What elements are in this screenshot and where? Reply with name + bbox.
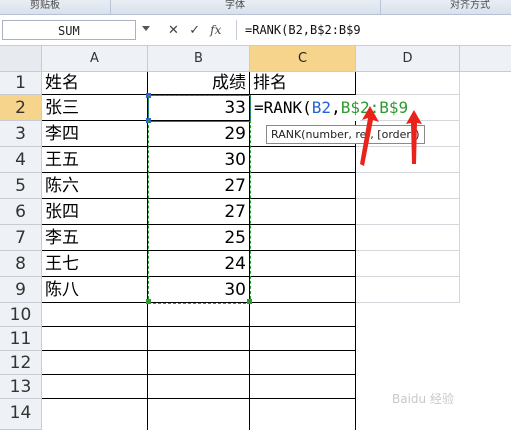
cell-rank[interactable]	[250, 173, 356, 199]
ribbon-group-alignment: 对齐方式	[450, 0, 490, 11]
formula-input[interactable]: =RANK(B2,B$2:B$9	[236, 20, 511, 40]
cell-empty[interactable]	[250, 351, 356, 375]
reference-highlight-range	[148, 95, 251, 304]
column-header-d[interactable]: D	[356, 46, 460, 72]
row-header-1[interactable]: 1	[0, 72, 42, 95]
cell-name[interactable]: 李四	[42, 121, 148, 147]
cell-empty[interactable]	[148, 303, 250, 327]
cell-empty[interactable]	[42, 351, 148, 375]
range-handle[interactable]	[247, 299, 252, 304]
row-header-7[interactable]: 7	[0, 225, 42, 251]
cell-name[interactable]: 李五	[42, 225, 148, 251]
cell-name[interactable]: 张四	[42, 199, 148, 225]
row-header-10[interactable]: 10	[0, 303, 42, 327]
cell-d[interactable]	[356, 277, 460, 303]
row-header-8[interactable]: 8	[0, 251, 42, 277]
cell-d[interactable]	[356, 225, 460, 251]
ribbon-separator	[110, 0, 111, 14]
cell-name[interactable]: 王五	[42, 147, 148, 173]
cell-d1[interactable]	[356, 72, 460, 95]
cell-rank[interactable]	[250, 251, 356, 277]
formula-comma: ,	[331, 98, 341, 117]
row-header-11[interactable]: 11	[0, 327, 42, 351]
cell-empty[interactable]	[42, 375, 148, 399]
function-signature-tooltip: RANK(number, ref, [order])	[266, 125, 425, 144]
active-cell-c2[interactable]: =RANK(B2,B$2:B$9	[250, 95, 408, 121]
annotation-arrow-icon	[360, 106, 379, 166]
cell-d[interactable]	[356, 173, 460, 199]
cell-empty[interactable]	[148, 351, 250, 375]
annotation-arrow-icon	[406, 110, 422, 164]
insert-function-icon[interactable]: fx	[207, 23, 224, 37]
cancel-icon[interactable]: ✕	[165, 23, 182, 38]
cell-b1[interactable]: 成绩	[148, 72, 250, 95]
row-header-14[interactable]: 14	[0, 399, 42, 430]
ribbon-group-labels: 剪贴板 字体 对齐方式	[0, 0, 511, 15]
cell-empty[interactable]	[42, 327, 148, 351]
column-header-e[interactable]	[460, 46, 511, 72]
column-header-c[interactable]: C	[250, 46, 356, 72]
cell-d[interactable]	[356, 199, 460, 225]
cell-empty[interactable]	[148, 399, 250, 430]
cell-name[interactable]: 陈八	[42, 277, 148, 303]
row-header-13[interactable]: 13	[0, 375, 42, 399]
cell-name[interactable]: 张三	[42, 95, 148, 121]
cell-rank[interactable]	[250, 225, 356, 251]
cell-empty[interactable]	[250, 303, 356, 327]
cell-empty[interactable]	[148, 327, 250, 351]
formula-prefix: =RANK(	[254, 98, 312, 117]
cell-empty[interactable]	[250, 327, 356, 351]
cell-rank[interactable]	[250, 147, 356, 173]
range-handle[interactable]	[146, 299, 151, 304]
cell-d[interactable]	[356, 251, 460, 277]
cell-c1[interactable]: 排名	[250, 72, 356, 95]
cell-empty[interactable]	[148, 375, 250, 399]
cell-a1[interactable]: 姓名	[42, 72, 148, 95]
column-header-a[interactable]: A	[42, 46, 148, 72]
formula-bar: SUM ✕ ✓ fx =RANK(B2,B$2:B$9	[0, 15, 511, 46]
cell-rank[interactable]	[250, 277, 356, 303]
name-box[interactable]: SUM	[2, 20, 136, 40]
row-header-3[interactable]: 3	[0, 121, 42, 147]
cell-empty[interactable]	[42, 303, 148, 327]
row-header-4[interactable]: 4	[0, 147, 42, 173]
name-box-dropdown-icon[interactable]	[142, 26, 150, 31]
formula-buttons: ✕ ✓ fx	[165, 23, 224, 39]
cell-name[interactable]: 陈六	[42, 173, 148, 199]
column-header-b[interactable]: B	[148, 46, 250, 72]
enter-icon[interactable]: ✓	[186, 23, 203, 38]
cell-empty[interactable]	[42, 399, 148, 430]
row-header-6[interactable]: 6	[0, 199, 42, 225]
cell-name[interactable]: 王七	[42, 251, 148, 277]
row-header-12[interactable]: 12	[0, 351, 42, 375]
ribbon-group-clipboard: 剪贴板	[30, 0, 60, 11]
select-all-corner[interactable]	[0, 46, 42, 72]
row-header-2[interactable]: 2	[0, 95, 42, 121]
cell-empty[interactable]	[250, 375, 356, 399]
formula-ref-b2: B2	[311, 98, 332, 117]
cell-rank[interactable]	[250, 199, 356, 225]
row-header-5[interactable]: 5	[0, 173, 42, 199]
row-header-9[interactable]: 9	[0, 277, 42, 303]
ribbon-group-font: 字体	[225, 0, 245, 11]
watermark: Baidu 经验	[392, 392, 454, 406]
cell-empty[interactable]	[250, 399, 356, 430]
ribbon-separator	[380, 0, 381, 14]
